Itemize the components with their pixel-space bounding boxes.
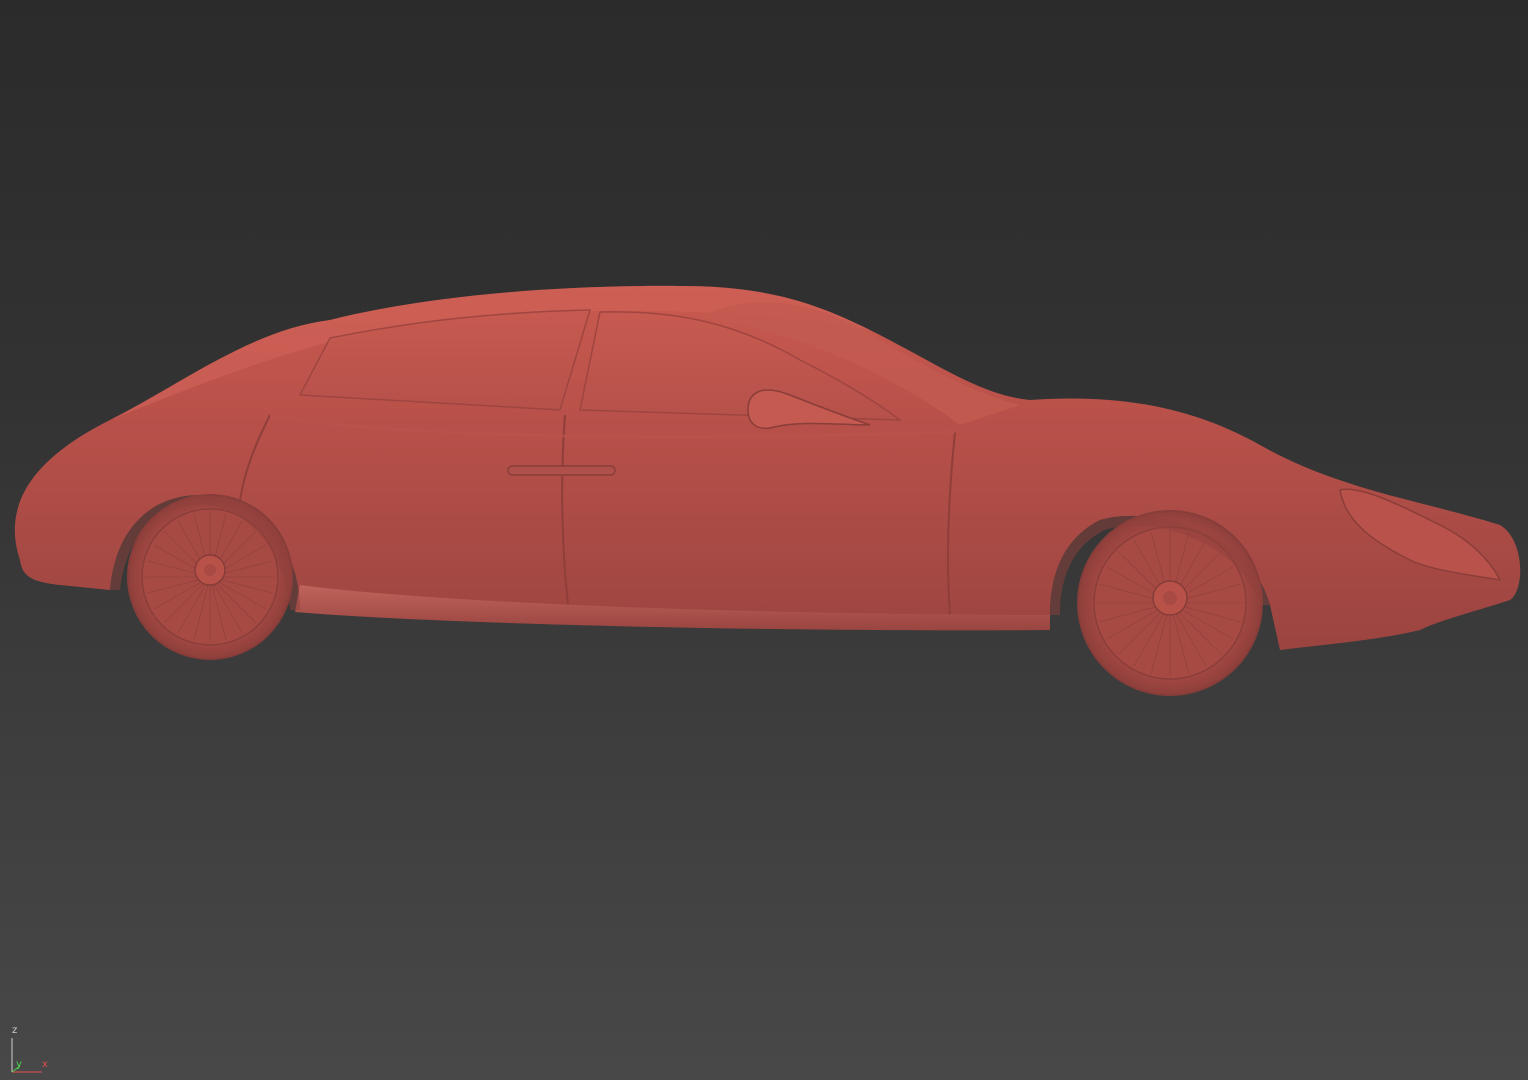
- axis-y-label: y: [16, 1059, 22, 1070]
- car-model[interactable]: [0, 0, 1528, 1080]
- axis-x-label: x: [42, 1059, 48, 1070]
- front-wheel[interactable]: [1077, 510, 1263, 696]
- door-handle[interactable]: [507, 465, 616, 476]
- 3d-viewport[interactable]: z y x: [0, 0, 1528, 1080]
- axis-gizmo: z y x: [4, 1024, 56, 1076]
- axis-z-label: z: [12, 1025, 18, 1036]
